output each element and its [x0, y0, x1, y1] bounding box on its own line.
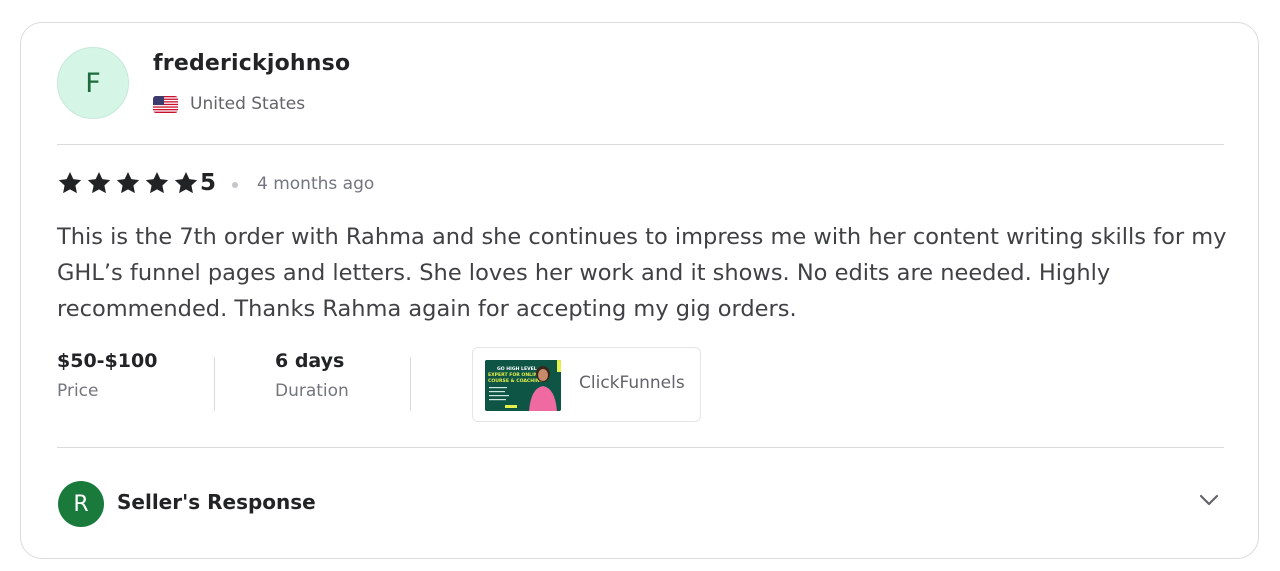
- star-rating: [57, 170, 199, 196]
- chevron-down-icon[interactable]: [1197, 488, 1221, 512]
- star-icon: [87, 171, 111, 194]
- seller-initial: R: [73, 491, 89, 517]
- star-icon: [116, 171, 140, 194]
- star-icon: [174, 171, 198, 194]
- reviewer-avatar[interactable]: F: [57, 47, 129, 119]
- seller-response-label[interactable]: Seller's Response: [117, 490, 316, 514]
- reviewer-initial: F: [85, 67, 101, 99]
- star-icon: [58, 171, 82, 194]
- review-text: This is the 7th order with Rahma and she…: [57, 224, 1227, 322]
- gig-card[interactable]: GO HIGH LEVEL EXPERT FOR ONLINE COURSE &…: [472, 347, 701, 422]
- price-value: $50-$100: [57, 350, 158, 372]
- seller-avatar: R: [58, 481, 104, 527]
- header-divider: [57, 144, 1224, 145]
- duration-label: Duration: [275, 381, 349, 401]
- duration-value: 6 days: [275, 350, 345, 372]
- stat-separator: [214, 357, 215, 411]
- reviewer-country: United States: [190, 94, 306, 114]
- review-time-ago: 4 months ago: [257, 174, 375, 194]
- rating-value: 5: [200, 170, 217, 196]
- reviewer-username[interactable]: frederickjohnso: [153, 51, 350, 76]
- gig-category: ClickFunnels: [579, 373, 685, 393]
- price-label: Price: [57, 381, 99, 401]
- gig-thumb-line-3: COURSE & COACHING: [488, 378, 544, 384]
- stat-separator: [410, 357, 411, 411]
- us-flag-icon: [153, 96, 178, 113]
- separator-dot: [232, 182, 238, 188]
- star-icon: [145, 171, 169, 194]
- response-divider: [57, 447, 1224, 448]
- gig-thumbnail: GO HIGH LEVEL EXPERT FOR ONLINE COURSE &…: [485, 360, 561, 411]
- gig-thumb-line-1: GO HIGH LEVEL: [497, 366, 537, 372]
- gig-thumb-line-2: EXPERT FOR ONLINE: [488, 372, 541, 378]
